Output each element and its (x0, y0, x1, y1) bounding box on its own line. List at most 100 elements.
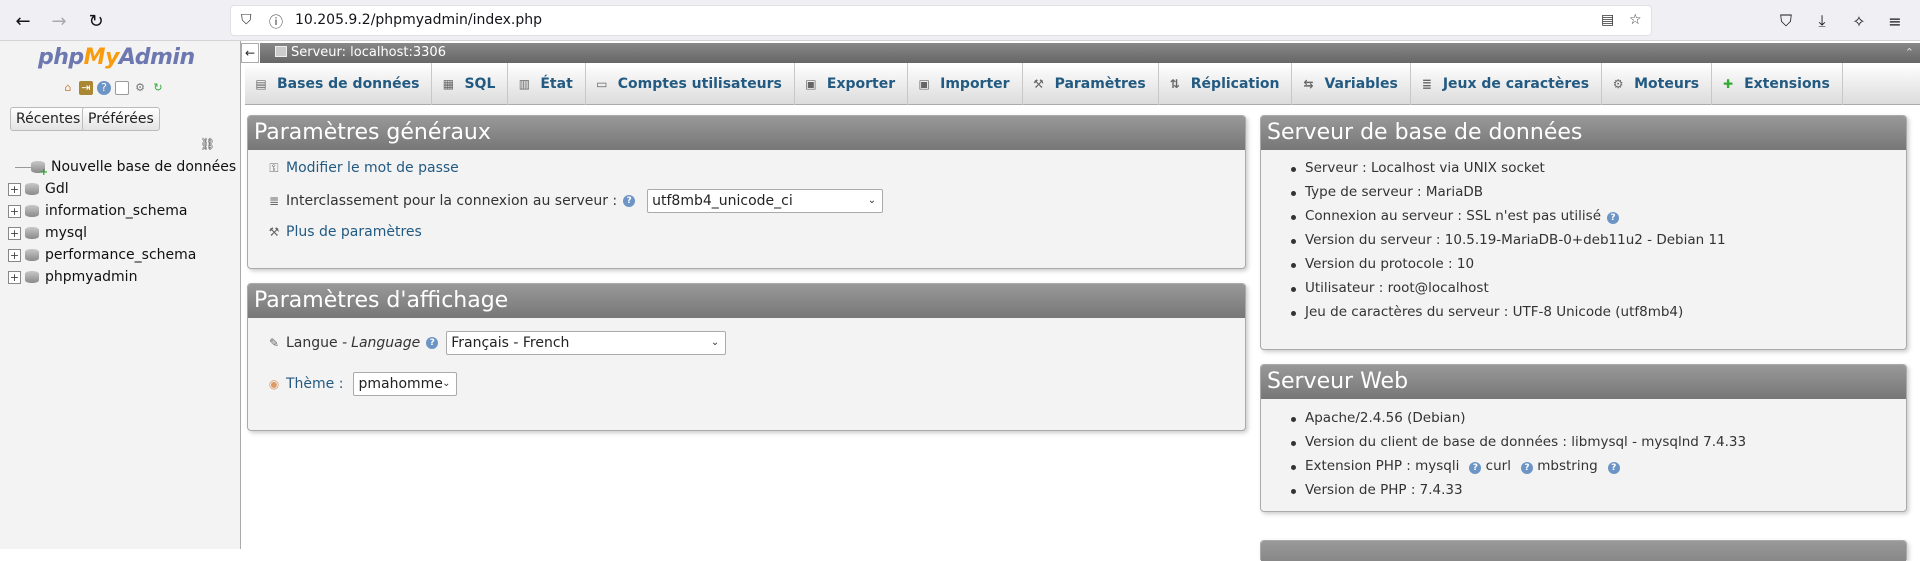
general-settings-panel: Paramètres généraux ⚿ Modifier le mot de… (247, 115, 1246, 269)
theme-label[interactable]: Thème : (286, 376, 343, 392)
forward-button[interactable]: → (45, 7, 73, 35)
list-item: Serveur : Localhost via UNIX socket (1291, 160, 1726, 184)
collation-row: ≣ Interclassement pour la connexion au s… (266, 189, 884, 213)
panel-title: Paramètres d'affichage (248, 284, 1245, 318)
navigation-panel: phpMyAdmin ⌂ ⇥ ? ⚙ ↻ Récentes Préférées … (0, 41, 241, 549)
tree-item-label[interactable]: information_schema (45, 203, 188, 219)
wrench-icon: ⚒ (268, 225, 280, 239)
next-panel-partial (1260, 540, 1907, 561)
collapse-nav-button[interactable]: ← (241, 43, 259, 63)
tab-replication[interactable]: ⇅ Réplication (1159, 63, 1293, 105)
tree-item-database[interactable]: + phpmyadmin (8, 266, 236, 288)
collation-icon: ≣ (268, 194, 280, 208)
help-icon[interactable]: ? (426, 337, 439, 349)
reload-nav-icon[interactable]: ↻ (151, 81, 165, 95)
tab-user-accounts[interactable]: ▭ Comptes utilisateurs (586, 63, 795, 105)
pocket-icon[interactable]: ⛉ (1772, 7, 1800, 35)
web-server-panel: Serveur Web Apache/2.4.56 (Debian) Versi… (1260, 364, 1907, 512)
help-icon[interactable]: ? (1607, 212, 1620, 224)
phpmyadmin-logo[interactable]: phpMyAdmin (38, 45, 195, 70)
change-password-row: ⚿ Modifier le mot de passe (266, 160, 459, 176)
tab-status[interactable]: ▥ État (508, 63, 586, 105)
help-icon[interactable]: ? (623, 195, 636, 207)
browser-toolbar: ← → ↻ ⛉ ⓘ 10.205.9.2/phpmyadmin/index.ph… (0, 0, 1920, 41)
tree-item-database[interactable]: + Gdl (8, 178, 236, 200)
users-icon: ▭ (596, 77, 608, 91)
reload-button[interactable]: ↻ (82, 7, 110, 35)
chevron-down-icon: ⌄ (442, 378, 451, 389)
database-server-list: Serveur : Localhost via UNIX socket Type… (1291, 160, 1726, 328)
tab-export[interactable]: ▣ Exporter (795, 63, 909, 105)
reader-view-icon[interactable]: ▤ (1601, 12, 1614, 28)
language-row: ✎ Langue - Language ? Français - French ⌄ (266, 331, 727, 355)
database-icon (25, 205, 39, 217)
puzzle-icon: ✚ (1723, 77, 1734, 91)
panel-title: Paramètres généraux (248, 116, 1245, 150)
chevron-down-icon: ⌄ (710, 337, 720, 348)
recent-button[interactable]: Récentes (10, 107, 87, 131)
palette-icon: ◉ (268, 377, 280, 391)
theme-select[interactable]: pmahomme ⌄ (353, 372, 458, 396)
list-item: Apache/2.4.56 (Debian) (1291, 410, 1746, 434)
extensions-icon[interactable]: ✧ (1845, 7, 1873, 35)
link-chain-icon[interactable]: ⛓ (200, 137, 215, 151)
tree-item-label[interactable]: phpmyadmin (45, 269, 137, 285)
help-icon[interactable]: ? (1607, 462, 1620, 474)
tree-item-database[interactable]: + information_schema (8, 200, 236, 222)
shield-icon: ⛉ (241, 12, 252, 28)
tree-item-label[interactable]: Gdl (45, 181, 69, 197)
status-icon: ▥ (518, 77, 531, 91)
tab-engines[interactable]: ⚙ Moteurs (1602, 63, 1713, 105)
top-menu: ▤ Bases de données ▦ SQL ▥ État ▭ Comptes ut… (245, 63, 1920, 105)
home-icon[interactable]: ⌂ (61, 81, 75, 95)
change-password-link[interactable]: Modifier le mot de passe (286, 160, 459, 176)
language-select[interactable]: Français - French ⌄ (446, 331, 727, 355)
expand-icon[interactable]: + (8, 204, 21, 218)
expand-icon[interactable]: + (8, 248, 21, 262)
collation-select[interactable]: utf8mb4_unicode_ci ⌄ (647, 189, 884, 213)
bookmark-star-icon[interactable]: ☆ (1629, 12, 1642, 28)
logout-icon[interactable]: ⇥ (79, 81, 93, 95)
tab-charsets[interactable]: ≣ Jeux de caractères (1411, 63, 1603, 105)
more-settings-link[interactable]: Plus de paramètres (286, 224, 422, 240)
collation-label: Interclassement pour la connexion au ser… (286, 193, 618, 209)
tab-variables[interactable]: ⇆ Variables (1292, 63, 1411, 105)
engine-icon: ⚙ (1612, 77, 1624, 91)
help-icon[interactable]: ? (97, 81, 111, 95)
nav-toolbar: ⌂ ⇥ ? ⚙ ↻ (61, 81, 165, 95)
tree-item-new-database[interactable]: Nouvelle base de données (8, 156, 236, 178)
favorites-button[interactable]: Préférées (82, 107, 160, 131)
list-item: Version de PHP : 7.4.33 (1291, 482, 1746, 506)
info-icon: ⓘ (269, 15, 283, 31)
downloads-icon[interactable]: ⤓ (1808, 7, 1836, 35)
help-icon[interactable]: ? (1469, 462, 1482, 474)
tab-import[interactable]: ▣ Importer (908, 63, 1023, 105)
expand-icon[interactable]: + (8, 270, 21, 284)
tab-sql[interactable]: ▦ SQL (432, 63, 509, 105)
variables-icon: ⇆ (1303, 77, 1314, 91)
back-button[interactable]: ← (9, 7, 37, 35)
url-text[interactable]: 10.205.9.2/phpmyadmin/index.php (295, 12, 542, 28)
tree-item-label[interactable]: mysql (45, 225, 87, 241)
tab-extensions[interactable]: ✚ Extensions (1712, 63, 1843, 105)
tab-settings[interactable]: ⚒ Paramètres (1023, 63, 1159, 105)
tree-item-label[interactable]: performance_schema (45, 247, 196, 263)
charset-icon: ≣ (1421, 77, 1432, 91)
url-bar[interactable]: ⛉ ⓘ 10.205.9.2/phpmyadmin/index.php ▤ ☆ (230, 5, 1652, 36)
new-database-icon (31, 161, 48, 178)
docs-icon[interactable] (115, 81, 129, 95)
list-item: Connexion au serveur : SSL n'est pas uti… (1291, 208, 1726, 232)
server-label[interactable]: Serveur: localhost:3306 (291, 45, 446, 60)
list-item: Utilisateur : root@localhost (1291, 280, 1726, 304)
menu-icon[interactable]: ≡ (1881, 7, 1909, 35)
settings-gear-icon[interactable]: ⚙ (133, 81, 147, 95)
tree-item-database[interactable]: + performance_schema (8, 244, 236, 266)
tab-databases[interactable]: ▤ Bases de données (245, 63, 433, 105)
server-breadcrumb: Serveur: localhost:3306 ⌃ (260, 43, 1920, 63)
more-settings-row: ⚒ Plus de paramètres (266, 224, 422, 240)
collapse-top-icon[interactable]: ⌃ (1905, 43, 1914, 63)
expand-icon[interactable]: + (8, 182, 21, 196)
expand-icon[interactable]: + (8, 226, 21, 240)
help-icon[interactable]: ? (1520, 462, 1533, 474)
tree-item-database[interactable]: + mysql (8, 222, 236, 244)
